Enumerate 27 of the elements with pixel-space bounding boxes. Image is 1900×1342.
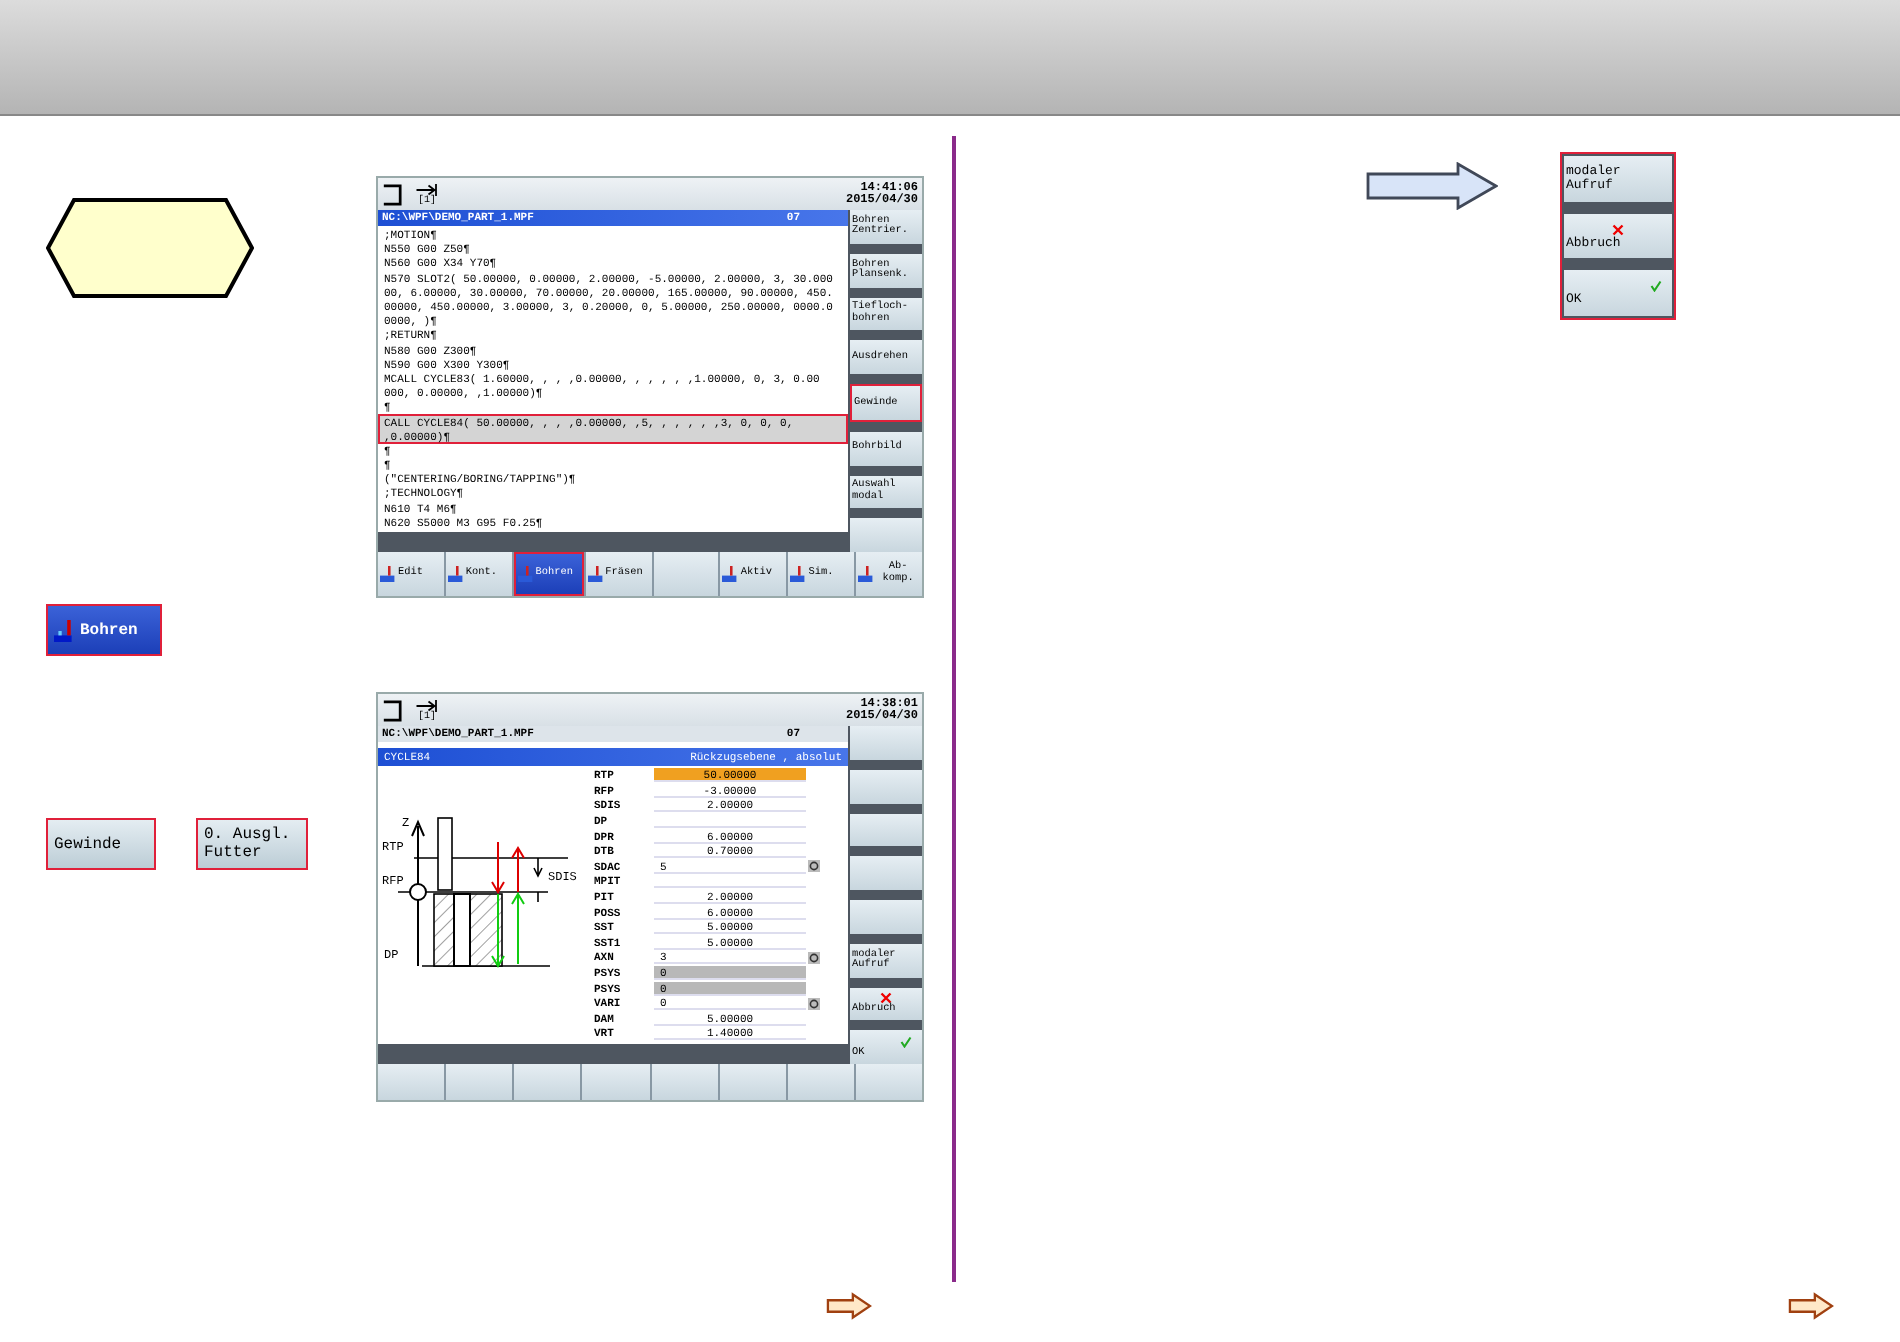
bracket-icon: [382, 183, 402, 205]
checkmark-icon: [1650, 280, 1662, 293]
next-arrow-icon[interactable]: [1788, 1292, 1834, 1320]
tool-icon: [790, 566, 807, 582]
tool-icon: [517, 566, 534, 582]
arrow-icon: [414, 699, 440, 711]
tool-icon: [858, 566, 875, 582]
drill-icon: [54, 619, 76, 641]
softkey[interactable]: 0. Ausgl. Futter: [196, 818, 308, 870]
tool-icon: [722, 566, 739, 582]
tool-icon: [447, 566, 464, 582]
arrow-icon: [1366, 162, 1498, 210]
arrow-icon: [414, 183, 440, 195]
tool-icon: [587, 566, 604, 582]
tool-icon: [380, 566, 396, 582]
toggle-icon[interactable]: [808, 951, 820, 964]
softkey[interactable]: [850, 769, 922, 803]
checkmark-icon: [900, 1035, 912, 1048]
next-arrow-icon[interactable]: [826, 1292, 872, 1320]
softkey[interactable]: Gewinde: [46, 818, 156, 870]
bohren-softkey[interactable]: Bohren: [46, 604, 162, 656]
close-icon: [1612, 223, 1624, 235]
softkey[interactable]: [850, 813, 922, 847]
toggle-icon[interactable]: [808, 997, 820, 1010]
bracket-icon: [382, 699, 402, 721]
close-icon: [880, 992, 892, 1005]
toggle-icon[interactable]: [808, 860, 820, 873]
